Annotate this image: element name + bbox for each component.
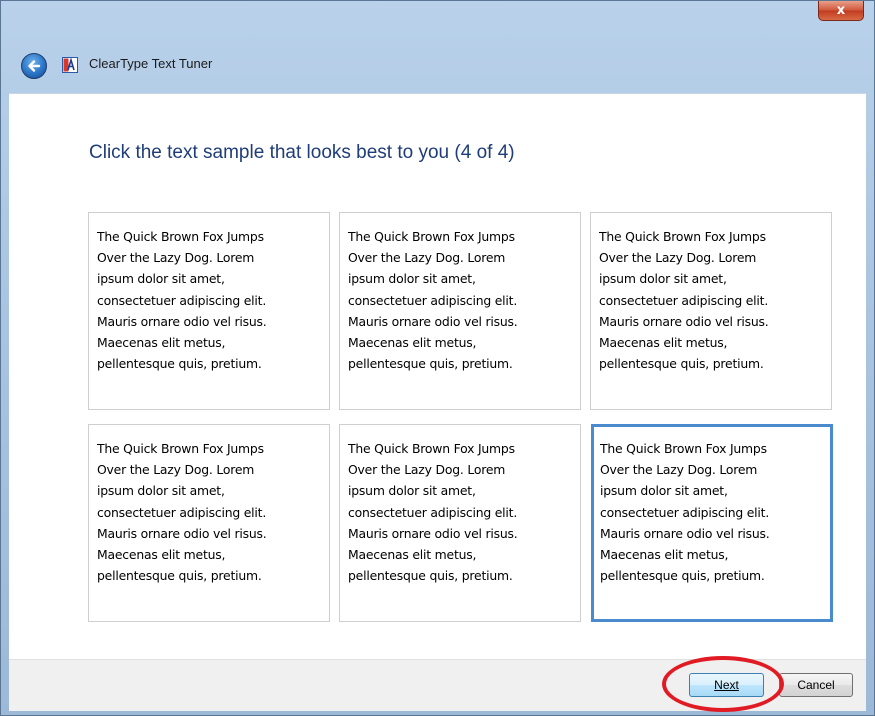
- text-sample-6[interactable]: The Quick Brown Fox Jumps Over the Lazy …: [591, 424, 833, 622]
- next-button[interactable]: Next: [689, 673, 764, 697]
- text-sample-2[interactable]: The Quick Brown Fox Jumps Over the Lazy …: [339, 212, 581, 410]
- back-button[interactable]: [21, 53, 47, 79]
- window-title: ClearType Text Tuner: [89, 56, 213, 71]
- next-button-label: Next: [714, 678, 739, 692]
- cleartype-window: x ClearType Text Tuner Click the text sa…: [0, 0, 875, 716]
- title-bar: x ClearType Text Tuner: [1, 1, 874, 93]
- close-button[interactable]: x: [818, 1, 864, 21]
- cleartype-icon: [62, 57, 78, 73]
- cancel-button[interactable]: Cancel: [779, 673, 853, 697]
- button-bar: Next Cancel: [9, 659, 866, 711]
- main-content: Click the text sample that looks best to…: [9, 93, 866, 660]
- text-sample-3[interactable]: The Quick Brown Fox Jumps Over the Lazy …: [590, 212, 832, 410]
- page-heading: Click the text sample that looks best to…: [89, 142, 515, 163]
- text-sample-5[interactable]: The Quick Brown Fox Jumps Over the Lazy …: [339, 424, 581, 622]
- text-sample-4[interactable]: The Quick Brown Fox Jumps Over the Lazy …: [88, 424, 330, 622]
- back-arrow-icon: [28, 60, 41, 72]
- text-sample-1[interactable]: The Quick Brown Fox Jumps Over the Lazy …: [88, 212, 330, 410]
